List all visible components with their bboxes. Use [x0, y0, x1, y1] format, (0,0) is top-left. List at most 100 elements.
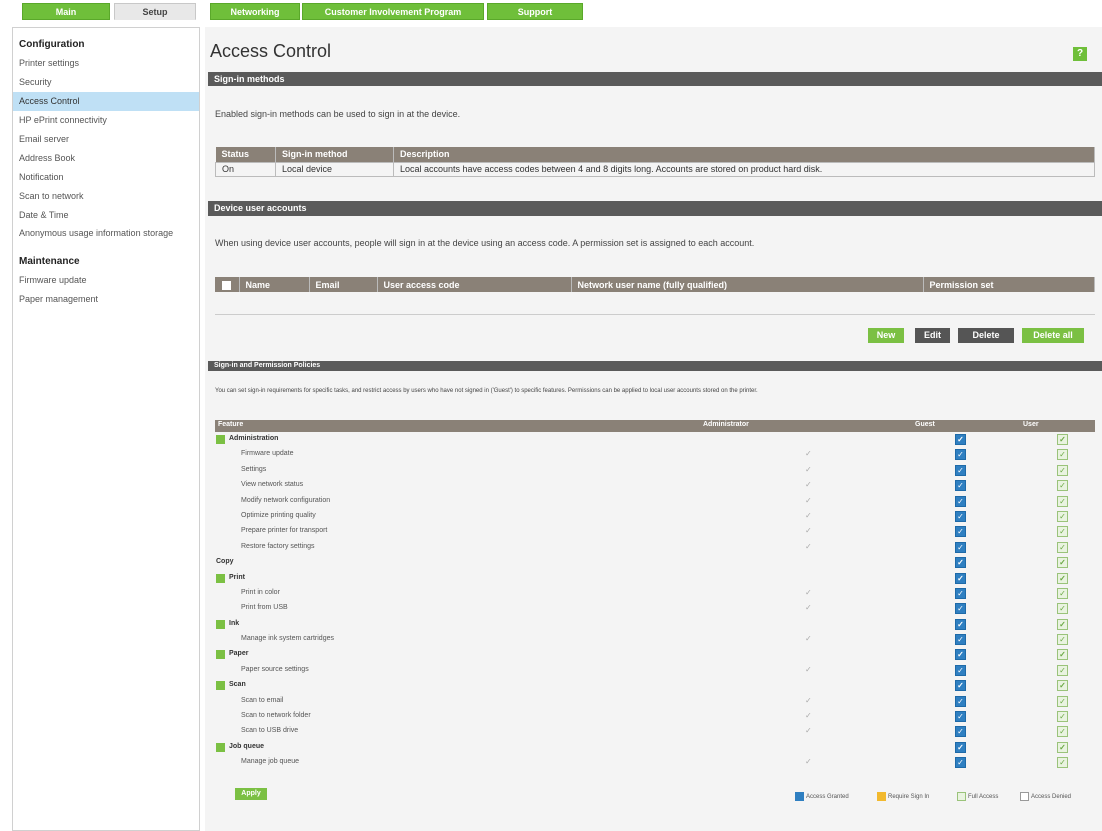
sidebar-item-anonymous-usage[interactable]: Anonymous usage information storage — [13, 225, 199, 251]
user-permission-checkbox[interactable]: ✓ — [1057, 603, 1068, 615]
column-header-user: User — [1023, 421, 1039, 428]
user-permission-checkbox[interactable]: ✓ — [1057, 649, 1068, 661]
admin-access-icon: ✓ — [805, 726, 812, 736]
sidebar-item-firmware-update[interactable]: Firmware update — [13, 271, 199, 290]
sidebar-item-hp-eprint[interactable]: HP ePrint connectivity — [13, 111, 199, 130]
expand-toggle-icon[interactable] — [216, 650, 225, 660]
guest-permission-checkbox[interactable]: ✓ — [955, 726, 966, 738]
user-permission-checkbox[interactable]: ✓ — [1057, 618, 1068, 630]
admin-access-icon: ✓ — [805, 464, 812, 474]
guest-permission-checkbox[interactable]: ✓ — [955, 434, 966, 445]
sidebar-item-security[interactable]: Security — [13, 73, 199, 92]
user-permission-checkbox[interactable]: ✓ — [1057, 726, 1068, 738]
user-permission-checkbox[interactable]: ✓ — [1057, 495, 1068, 507]
permission-row: Scan to email ✓ ✓ ✓ — [215, 694, 1095, 709]
sidebar-item-email-server[interactable]: Email server — [13, 130, 199, 149]
expand-toggle-icon[interactable] — [216, 573, 225, 583]
guest-permission-checkbox[interactable]: ✓ — [955, 618, 966, 630]
user-permission-checkbox[interactable]: ✓ — [1057, 449, 1068, 461]
sidebar-item-paper-management[interactable]: Paper management — [13, 290, 199, 309]
legend-require-sign-in: Require Sign In — [877, 792, 929, 801]
user-permission-checkbox[interactable]: ✓ — [1057, 680, 1068, 692]
expand-toggle-icon[interactable] — [216, 681, 225, 691]
column-header-name[interactable]: Name — [239, 277, 310, 292]
guest-permission-checkbox[interactable]: ✓ — [955, 711, 966, 723]
method-cell: Local device — [275, 161, 394, 177]
checkbox-icon[interactable] — [222, 280, 232, 290]
permission-row: Prepare printer for transport ✓ ✓ ✓ — [215, 524, 1095, 539]
guest-permission-checkbox[interactable]: ✓ — [955, 526, 966, 538]
permissions-table-header: Feature Administrator Guest User — [215, 420, 1095, 432]
expand-toggle-icon[interactable] — [216, 742, 225, 752]
guest-permission-checkbox[interactable]: ✓ — [955, 741, 966, 753]
help-button[interactable]: ? — [1073, 47, 1087, 61]
user-permission-checkbox[interactable]: ✓ — [1057, 572, 1068, 584]
column-header-permission-set[interactable]: Permission set — [923, 277, 1095, 292]
user-permission-checkbox[interactable]: ✓ — [1057, 741, 1068, 753]
guest-permission-checkbox[interactable]: ✓ — [955, 510, 966, 522]
user-permission-checkbox[interactable]: ✓ — [1057, 510, 1068, 522]
user-permission-checkbox[interactable]: ✓ — [1057, 695, 1068, 707]
sidebar-item-scan-to-network[interactable]: Scan to network — [13, 187, 199, 206]
user-permission-checkbox[interactable]: ✓ — [1057, 757, 1068, 769]
feature-label: Ink — [229, 619, 240, 627]
sidebar-item-address-book[interactable]: Address Book — [13, 149, 199, 168]
expand-toggle-icon[interactable] — [216, 619, 225, 629]
user-permission-checkbox[interactable]: ✓ — [1057, 526, 1068, 538]
guest-permission-checkbox[interactable]: ✓ — [955, 757, 966, 769]
column-header-email[interactable]: Email — [309, 277, 378, 292]
tab-setup[interactable]: Setup — [114, 3, 196, 20]
tab-main[interactable]: Main — [22, 3, 110, 20]
lock-icon — [877, 792, 886, 801]
legend-label: Access Granted — [806, 794, 849, 801]
select-all-checkbox-cell[interactable] — [215, 277, 240, 292]
guest-permission-checkbox[interactable]: ✓ — [955, 680, 966, 692]
admin-access-icon: ✓ — [805, 480, 812, 490]
feature-label: Settings — [241, 465, 267, 473]
guest-permission-checkbox[interactable]: ✓ — [955, 495, 966, 507]
feature-label: Scan to email — [241, 696, 284, 704]
expand-toggle-icon[interactable] — [216, 435, 225, 444]
user-permission-checkbox[interactable]: ✓ — [1057, 557, 1068, 569]
sidebar-item-access-control[interactable]: Access Control — [13, 92, 199, 111]
feature-label: Job queue — [229, 742, 265, 750]
guest-permission-checkbox[interactable]: ✓ — [955, 587, 966, 599]
user-permission-checkbox[interactable]: ✓ — [1057, 434, 1068, 445]
column-header-status: Status — [215, 147, 276, 162]
guest-permission-checkbox[interactable]: ✓ — [955, 449, 966, 461]
tab-support[interactable]: Support — [487, 3, 583, 20]
delete-all-button[interactable]: Delete all — [1022, 328, 1084, 343]
guest-permission-checkbox[interactable]: ✓ — [955, 634, 966, 646]
delete-button[interactable]: Delete — [958, 328, 1014, 343]
table-row[interactable]: On Local device Local accounts have acce… — [215, 161, 1095, 177]
user-permission-checkbox[interactable]: ✓ — [1057, 711, 1068, 723]
guest-permission-checkbox[interactable]: ✓ — [955, 572, 966, 584]
guest-permission-checkbox[interactable]: ✓ — [955, 541, 966, 553]
guest-permission-checkbox[interactable]: ✓ — [955, 695, 966, 707]
user-permission-checkbox[interactable]: ✓ — [1057, 664, 1068, 676]
sidebar-item-printer-settings[interactable]: Printer settings — [13, 54, 199, 73]
guest-permission-checkbox[interactable]: ✓ — [955, 603, 966, 615]
guest-permission-checkbox[interactable]: ✓ — [955, 480, 966, 492]
apply-button[interactable]: Apply — [235, 788, 267, 800]
edit-button[interactable]: Edit — [915, 328, 950, 343]
admin-access-icon: ✓ — [805, 541, 812, 551]
guest-permission-checkbox[interactable]: ✓ — [955, 557, 966, 569]
column-header-network-user-name[interactable]: Network user name (fully qualified) — [571, 277, 924, 292]
user-permission-checkbox[interactable]: ✓ — [1057, 634, 1068, 646]
column-header-access-code[interactable]: User access code — [377, 277, 572, 292]
new-button[interactable]: New — [868, 328, 904, 343]
feature-label: Scan to USB drive — [241, 727, 299, 735]
user-permission-checkbox[interactable]: ✓ — [1057, 464, 1068, 476]
sidebar-item-notification[interactable]: Notification — [13, 168, 199, 187]
user-permission-checkbox[interactable]: ✓ — [1057, 541, 1068, 553]
user-permission-checkbox[interactable]: ✓ — [1057, 587, 1068, 599]
sidebar-item-date-time[interactable]: Date & Time — [13, 206, 199, 225]
user-permission-checkbox[interactable]: ✓ — [1057, 480, 1068, 492]
guest-permission-checkbox[interactable]: ✓ — [955, 464, 966, 476]
guest-permission-checkbox[interactable]: ✓ — [955, 664, 966, 676]
tab-customer-involvement[interactable]: Customer Involvement Program — [302, 3, 484, 20]
guest-permission-checkbox[interactable]: ✓ — [955, 649, 966, 661]
legend-access-granted: Access Granted — [795, 792, 849, 801]
tab-networking[interactable]: Networking — [210, 3, 300, 20]
